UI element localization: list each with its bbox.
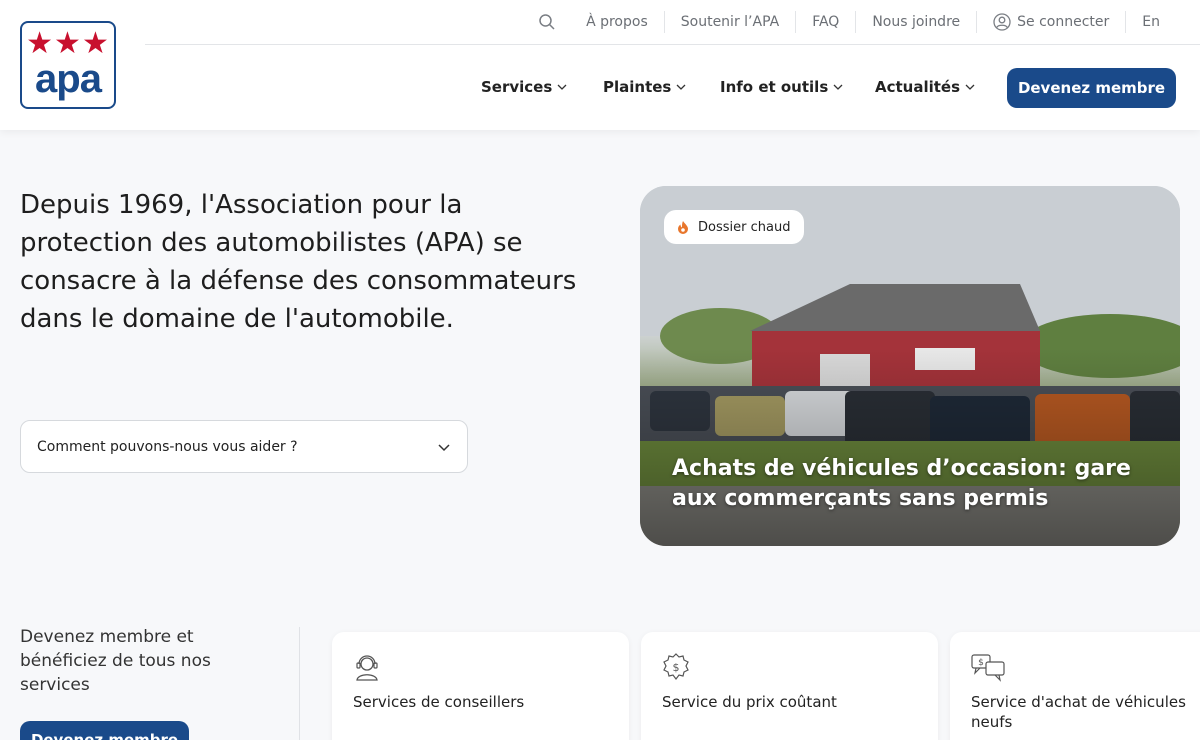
link-faq[interactable]: FAQ — [795, 11, 855, 33]
search-button[interactable] — [522, 11, 582, 33]
link-a-propos[interactable]: À propos — [582, 11, 664, 33]
nav-plaintes[interactable]: Plaintes — [603, 78, 686, 96]
hot-topic-badge: Dossier chaud — [664, 210, 805, 244]
chevron-down-icon — [833, 84, 843, 90]
chevron-down-icon — [438, 443, 450, 451]
service-card-prix-coutant[interactable]: $ Service du prix coûtant — [641, 632, 938, 740]
member-promo-text: Devenez membre et bénéficiez de tous nos… — [20, 627, 211, 695]
site-header: ★★★ apa À propos Soutenir l’APA FAQ Nous… — [0, 0, 1200, 130]
help-dropdown[interactable]: Comment pouvons-nous vous aider ? — [20, 420, 468, 473]
featured-article-card[interactable]: Dossier chaud Achats de véhicules d’occa… — [640, 186, 1180, 546]
user-icon — [993, 13, 1011, 31]
main-nav: Services Plaintes Info et outils Actuali… — [0, 45, 1200, 130]
service-label: Services de conseillers — [353, 693, 525, 711]
chevron-down-icon — [965, 84, 975, 90]
utility-bar: À propos Soutenir l’APA FAQ Nous joindre… — [145, 0, 1200, 45]
link-nous-joindre[interactable]: Nous joindre — [855, 11, 976, 33]
become-member-button-secondary[interactable]: Devenez membre — [20, 721, 189, 740]
hero-intro: Depuis 1969, l'Association pour la prote… — [20, 190, 577, 334]
hot-topic-label: Dossier chaud — [698, 219, 791, 235]
service-card-achat-neufs[interactable]: $ Service d'achat de véhicules neufs — [950, 632, 1200, 740]
svg-text:$: $ — [978, 658, 984, 668]
become-member-button[interactable]: Devenez membre — [1007, 68, 1176, 108]
svg-text:$: $ — [673, 661, 680, 674]
service-label: Service d'achat de véhicules neufs — [971, 693, 1186, 731]
login-link[interactable]: Se connecter — [976, 11, 1125, 33]
service-card-conseillers[interactable]: Services de conseillers — [332, 632, 629, 740]
nav-info-outils-label: Info et outils — [720, 78, 829, 96]
fire-icon — [678, 221, 688, 234]
nav-services-label: Services — [481, 78, 553, 96]
login-label: Se connecter — [1017, 14, 1110, 30]
service-label: Service du prix coûtant — [662, 693, 837, 711]
link-soutenir[interactable]: Soutenir l’APA — [663, 11, 795, 33]
nav-plaintes-label: Plaintes — [603, 78, 672, 96]
nav-actualites[interactable]: Actualités — [875, 78, 975, 96]
chat-money-icon: $ — [971, 654, 1005, 682]
chevron-down-icon — [557, 84, 567, 90]
price-tag-icon: $ — [663, 653, 689, 680]
nav-actualites-label: Actualités — [875, 78, 961, 96]
featured-article-title[interactable]: Achats de véhicules d’occasion: gare aux… — [672, 454, 1162, 514]
help-dropdown-label: Comment pouvons-nous vous aider ? — [37, 438, 298, 455]
language-toggle[interactable]: En — [1125, 11, 1176, 33]
nav-info-outils[interactable]: Info et outils — [720, 78, 843, 96]
divider — [299, 627, 300, 740]
advisor-icon — [356, 655, 378, 681]
chevron-down-icon — [676, 84, 686, 90]
search-icon — [539, 14, 555, 30]
nav-services[interactable]: Services — [481, 78, 567, 96]
